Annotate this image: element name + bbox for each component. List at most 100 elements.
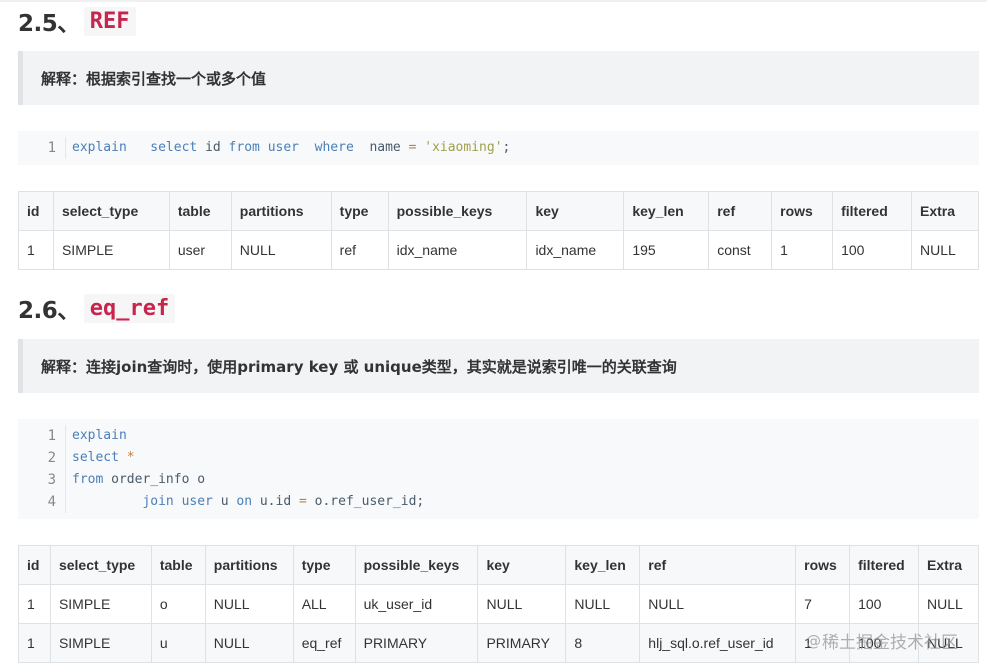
column-header-extra: Extra — [911, 191, 979, 231]
code-text: from order_info o — [66, 469, 205, 491]
code-token: user — [267, 140, 315, 155]
table-cell: SIMPLE — [49, 623, 152, 663]
at-sign: @ — [806, 631, 821, 650]
table-row: 1 SIMPLE user NULL ref idx_name idx_name 195 con… — [18, 230, 979, 270]
explain-text: 解释：连接join查询时，使用primary key 或 unique类型，其实… — [41, 357, 677, 376]
column-header-id: id — [18, 545, 51, 585]
column-header-partitions: partitions — [230, 191, 332, 231]
table-cell: 1 — [771, 230, 834, 270]
column-header-key: key — [526, 191, 625, 231]
table-cell: eq_ref — [292, 623, 356, 663]
code-text: select * — [66, 447, 135, 469]
table-cell: PRIMARY — [354, 623, 479, 663]
table-cell: const — [708, 230, 773, 270]
section-number: 2.5、 — [18, 11, 80, 37]
table-cell: o — [150, 584, 206, 624]
code-token: name — [369, 140, 409, 155]
column-header-ref: ref — [639, 545, 797, 585]
line-number: 2 — [18, 447, 66, 469]
column-header-type: type — [292, 545, 356, 585]
table-cell: NULL — [639, 584, 797, 624]
column-header-ref: ref — [708, 191, 773, 231]
table-cell: ref — [330, 230, 389, 270]
table-cell: ALL — [292, 584, 356, 624]
table-cell: idx_name — [387, 230, 528, 270]
table-cell: uk_user_id — [354, 584, 479, 624]
column-header-possible-keys: possible_keys — [354, 545, 479, 585]
code-block[interactable]: 1 explain 2 select * 3 from order_info o4 joi… — [18, 419, 979, 519]
code-token: on — [236, 494, 260, 509]
explain-blockquote: 解释：连接join查询时，使用primary key 或 unique类型，其实… — [18, 339, 979, 393]
table-cell: NULL — [230, 230, 332, 270]
column-header-key-len: key_len — [623, 191, 710, 231]
code-token: u — [220, 494, 237, 509]
code-token: from — [228, 140, 268, 155]
explain-text: 解释：根据索引查找一个或多个值 — [41, 69, 267, 88]
code-token: where — [314, 140, 370, 155]
code-line: 4 join user u on u.id = o.ref_user_id; — [18, 491, 979, 513]
code-text: explain — [66, 425, 127, 447]
table-cell: 1 — [18, 230, 54, 270]
juejin-watermark: @ 稀土掘金技术社区 — [806, 628, 958, 654]
table-cell: 100 — [849, 584, 919, 624]
column-header-partitions: partitions — [204, 545, 294, 585]
column-header-rows: rows — [795, 545, 851, 585]
table-header-row: id select_type table partitions type possible… — [18, 191, 979, 231]
code-token: join — [72, 494, 182, 509]
table-cell: NULL — [911, 230, 979, 270]
table-cell: NULL — [204, 623, 294, 663]
column-header-filtered: filtered — [832, 191, 912, 231]
table-cell: 7 — [795, 584, 851, 624]
code-token: o.ref_user_id; — [314, 494, 425, 509]
column-header-id: id — [18, 191, 54, 231]
column-header-rows: rows — [771, 191, 834, 231]
column-header-filtered: filtered — [849, 545, 919, 585]
table-cell: 1 — [18, 623, 51, 663]
column-header-type: type — [330, 191, 389, 231]
line-number: 1 — [18, 137, 66, 159]
code-text: explain select id from user where name =… — [66, 137, 510, 159]
code-line: 3 from order_info o — [18, 469, 979, 491]
line-number: 3 — [18, 469, 66, 491]
code-token: = — [408, 140, 425, 155]
code-token: id — [205, 140, 229, 155]
table-cell: 8 — [565, 623, 641, 663]
column-header-select-type: select_type — [49, 545, 152, 585]
column-header-key: key — [477, 545, 567, 585]
section-title-code: REF — [83, 6, 136, 36]
table-cell: SIMPLE — [49, 584, 152, 624]
table-cell: hlj_sql.o.ref_user_id — [639, 623, 797, 663]
column-header-select-type: select_type — [52, 191, 170, 231]
code-block[interactable]: 1 explain select id from user where name … — [18, 131, 979, 165]
table-cell: SIMPLE — [52, 230, 170, 270]
code-token: ; — [502, 140, 511, 155]
table-cell: u — [150, 623, 206, 663]
line-number: 1 — [18, 425, 66, 447]
column-header-extra: Extra — [917, 545, 980, 585]
code-token: order_info o — [111, 472, 206, 487]
section-title-code: eq_ref — [83, 293, 176, 323]
code-text: join user u on u.id = o.ref_user_id; — [66, 491, 424, 513]
code-token: explain select — [72, 140, 206, 155]
section-heading-ref: 2.5、 REF — [18, 6, 136, 37]
code-line: 2 select * — [18, 447, 979, 469]
code-token: explain — [72, 428, 127, 443]
code-token: * — [126, 450, 135, 465]
table-row: 1 SIMPLE o NULL ALL uk_user_id NULL NULL NULL 7 10… — [18, 584, 980, 624]
table-cell: NULL — [565, 584, 641, 624]
table-cell: 100 — [832, 230, 912, 270]
watermark-text: 稀土掘金技术社区 — [822, 633, 958, 653]
code-token: user — [181, 494, 221, 509]
table-cell: 1 — [18, 584, 51, 624]
table-cell: 195 — [623, 230, 710, 270]
code-line: 1 explain select id from user where name … — [18, 137, 979, 159]
code-token: from — [72, 472, 112, 487]
column-header-table: table — [168, 191, 232, 231]
code-token: 'xiaoming' — [424, 140, 503, 155]
table-cell: PRIMARY — [477, 623, 567, 663]
section-number: 2.6、 — [18, 298, 80, 324]
table-cell: user — [168, 230, 232, 270]
line-number: 4 — [18, 491, 66, 513]
column-header-table: table — [150, 545, 206, 585]
table-cell: NULL — [917, 584, 980, 624]
